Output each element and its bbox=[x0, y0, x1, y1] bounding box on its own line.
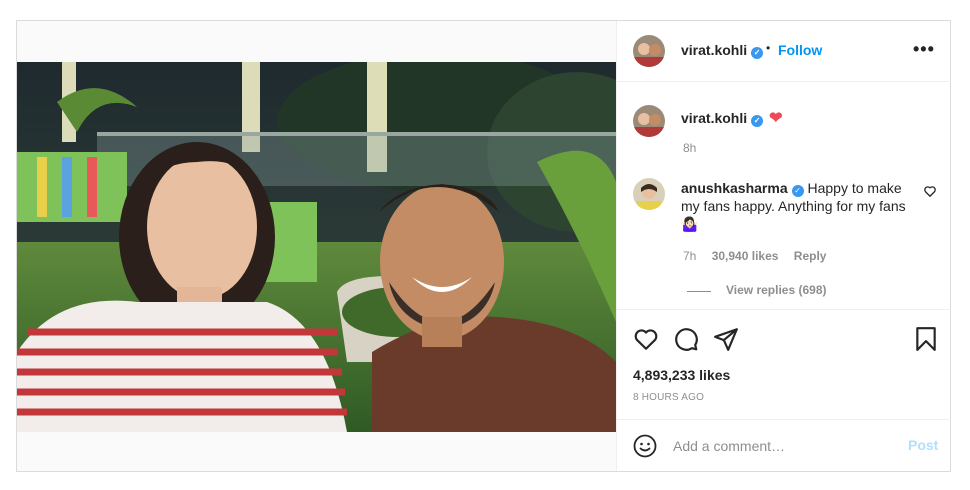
post-comment-button[interactable]: Post bbox=[908, 437, 938, 453]
more-icon[interactable]: ••• bbox=[913, 39, 935, 60]
reply-button[interactable]: Reply bbox=[794, 249, 827, 263]
author-username: virat.kohli bbox=[681, 42, 748, 58]
share-icon[interactable] bbox=[713, 326, 739, 352]
post-media bbox=[17, 21, 616, 471]
comment-input[interactable] bbox=[673, 434, 903, 458]
comment-likes[interactable]: 30,940 likes bbox=[712, 249, 779, 263]
author-username-link[interactable]: virat.kohli ✓ bbox=[681, 42, 764, 59]
caption-username[interactable]: virat.kohli bbox=[681, 110, 747, 126]
bookmark-icon[interactable] bbox=[913, 326, 939, 352]
comment-bar: Post bbox=[617, 419, 951, 471]
verified-icon: ✓ bbox=[751, 47, 764, 59]
post-timestamp[interactable]: 8 HOURS AGO bbox=[633, 392, 704, 403]
replies-divider bbox=[687, 291, 711, 292]
verified-icon: ✓ bbox=[791, 185, 804, 197]
follow-button[interactable]: Follow bbox=[778, 42, 822, 58]
post-panel: virat.kohli ✓ • Follow ••• virat.kohli ✓ ❤ … bbox=[616, 21, 951, 471]
comment-time[interactable]: 7h bbox=[683, 249, 696, 263]
caption: virat.kohli ✓ ❤ bbox=[681, 108, 783, 128]
commenter-avatar[interactable] bbox=[633, 178, 665, 210]
action-bar: 4,893,233 likes 8 HOURS AGO bbox=[617, 309, 951, 419]
likes-count[interactable]: 4,893,233 likes bbox=[633, 367, 730, 383]
verified-icon: ✓ bbox=[751, 115, 764, 127]
author-avatar[interactable] bbox=[633, 35, 665, 67]
comment-like-icon[interactable] bbox=[923, 184, 937, 198]
caption-time[interactable]: 8h bbox=[683, 141, 696, 155]
selfie-image bbox=[17, 62, 616, 432]
comment: anushkasharma ✓ Happy to make my fans hap… bbox=[681, 179, 913, 233]
post-photo[interactable] bbox=[17, 62, 616, 432]
emoji-icon[interactable] bbox=[633, 434, 657, 458]
post-header: virat.kohli ✓ • Follow ••• bbox=[617, 21, 951, 82]
commenter-username[interactable]: anushkasharma bbox=[681, 180, 788, 196]
header-separator: • bbox=[766, 41, 771, 55]
caption-avatar[interactable] bbox=[633, 105, 665, 137]
heart-icon[interactable] bbox=[633, 326, 659, 352]
comment-icon[interactable] bbox=[673, 326, 699, 352]
view-replies-button[interactable]: View replies (698) bbox=[726, 283, 827, 297]
instagram-post: virat.kohli ✓ • Follow ••• virat.kohli ✓ ❤ … bbox=[16, 20, 951, 472]
comment-meta: 7h 30,940 likes Reply bbox=[683, 249, 838, 263]
caption-heart-emoji: ❤ bbox=[769, 110, 783, 127]
